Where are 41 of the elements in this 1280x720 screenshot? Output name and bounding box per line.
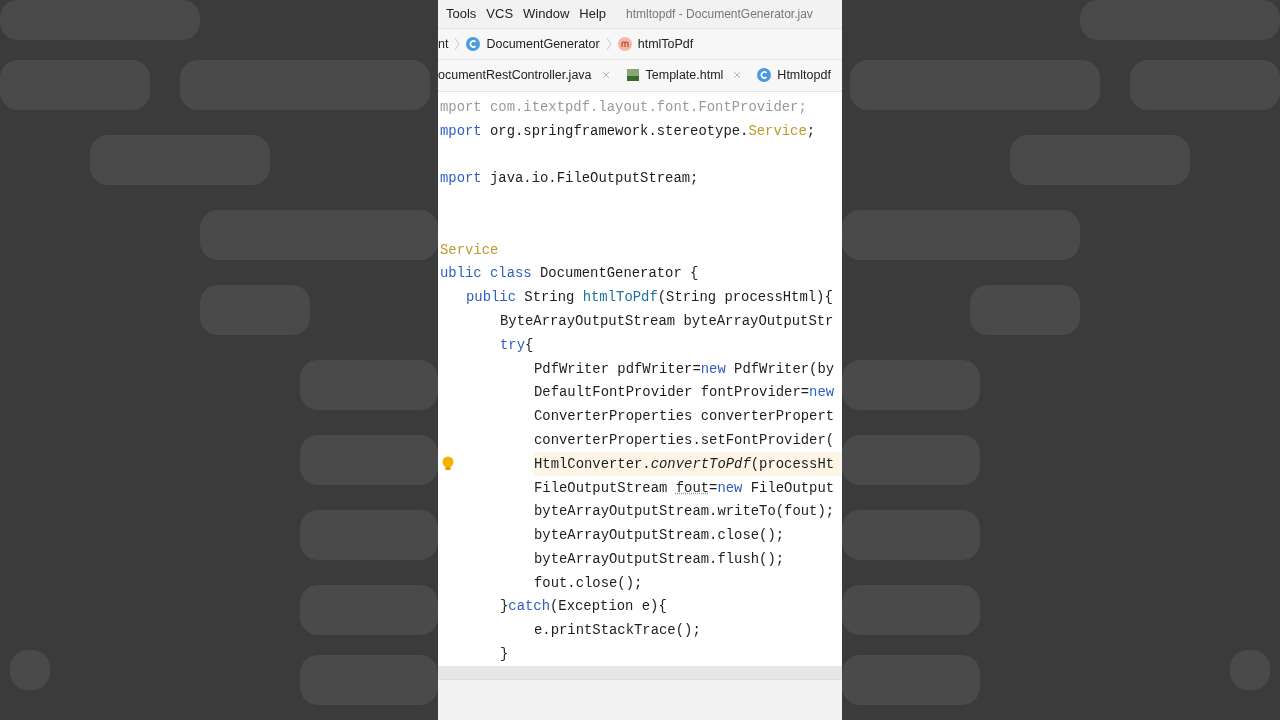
code-line: byteArrayOutputStream.writeTo(fout); [534, 502, 835, 522]
code-line: converterProperties.setFontProvider( [534, 430, 835, 450]
editor-tab[interactable]: Template.html [645, 68, 724, 83]
code-line: } [500, 645, 509, 665]
code-line: }catch(Exception e){ [500, 597, 667, 617]
horizontal-scrollbar[interactable] [438, 666, 842, 679]
code-line: FileOutputStream fout=new FileOutput [534, 478, 835, 498]
code-line: mport org.springframework.stereotype.Service; [440, 121, 816, 141]
lightbulb-icon[interactable] [442, 455, 454, 472]
code-line: try{ [500, 335, 534, 355]
code-line: ConverterProperties converterPropert [534, 407, 835, 427]
code-line: fout.close(); [534, 573, 643, 593]
code-line: e.printStackTrace(); [534, 621, 701, 641]
code-line: public String htmlToPdf(String processHtml){ [466, 288, 833, 308]
chevron-icon [454, 36, 461, 51]
chevron-icon [605, 36, 612, 51]
editor-tab[interactable]: ocumentRestController.java [438, 68, 592, 83]
editor-tab[interactable]: Htmltopdf [777, 68, 831, 83]
breadcrumb-item[interactable]: DocumentGenerator [486, 36, 600, 51]
code-line: byteArrayOutputStream.close(); [534, 526, 785, 546]
code-line: PdfWriter pdfWriter=new PdfWriter(by [534, 359, 835, 379]
window-title: htmltopdf - DocumentGenerator.jav [626, 6, 813, 21]
breadcrumb-item[interactable]: nt [438, 36, 449, 51]
class-icon [466, 36, 481, 51]
code-line: byteArrayOutputStream.flush(); [534, 549, 785, 569]
menu-item[interactable]: Window [523, 6, 570, 22]
menu-item[interactable]: VCS [486, 6, 514, 22]
html-file-icon [625, 68, 640, 83]
class-icon [757, 68, 772, 83]
menu-item[interactable]: Tools [446, 6, 477, 22]
code-line: ublic class DocumentGenerator { [440, 264, 699, 284]
code-line: mport java.io.FileOutputStream; [440, 169, 699, 189]
close-icon[interactable] [733, 71, 742, 80]
menu-item[interactable]: Help [579, 6, 607, 22]
code-line: ByteArrayOutputStream byteArrayOutputStr [500, 311, 834, 331]
code-line: DefaultFontProvider fontProvider=new [534, 383, 835, 403]
code-line: Service [440, 240, 499, 260]
code-line: mport com.itextpdf.layout.font.FontProvider; [440, 97, 807, 117]
breadcrumb-item[interactable]: htmlToPdf [637, 36, 694, 51]
close-icon[interactable] [601, 71, 610, 80]
method-icon [617, 36, 632, 51]
